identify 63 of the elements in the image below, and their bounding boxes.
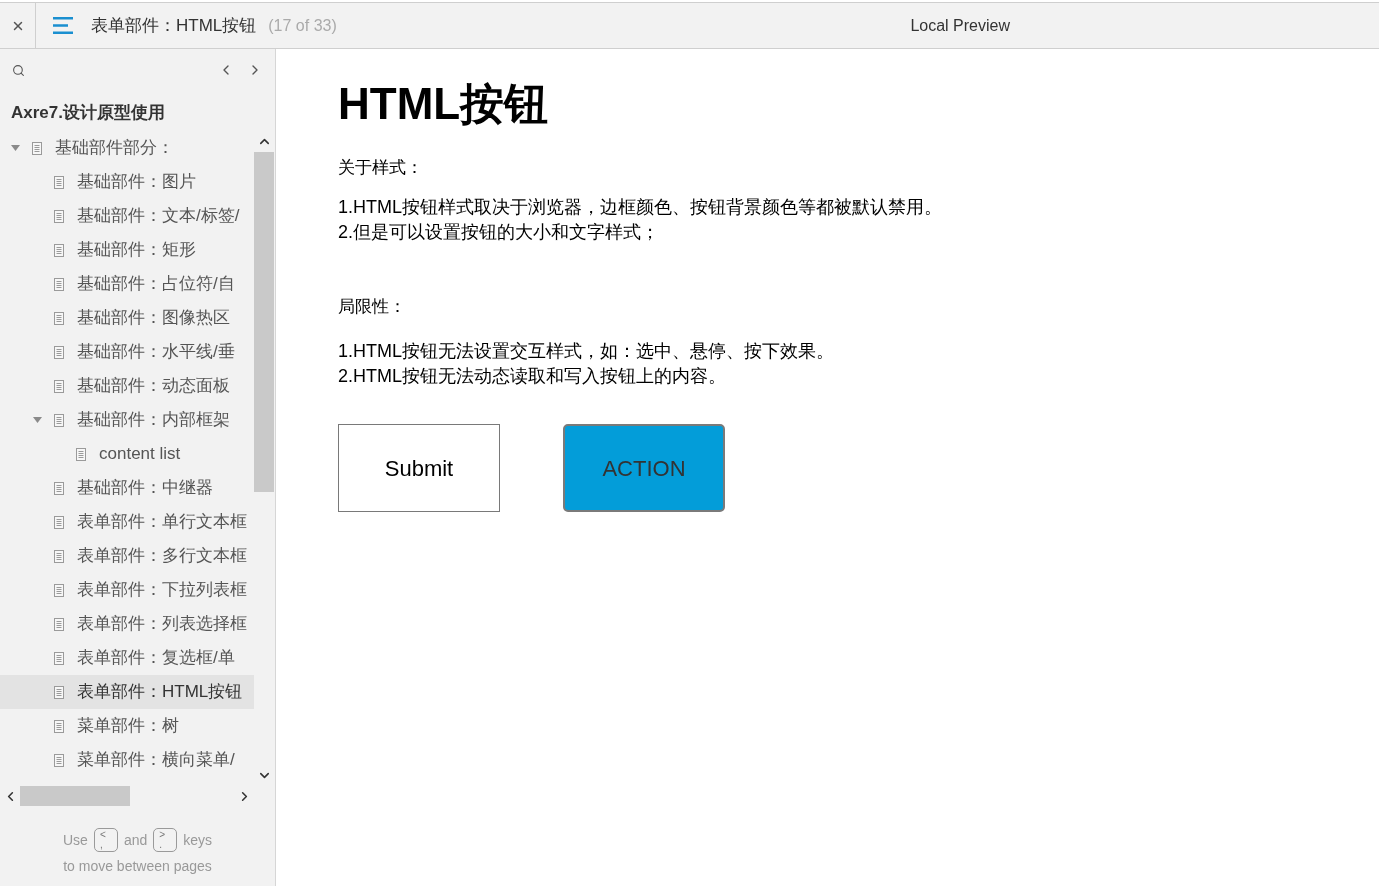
tree-item[interactable]: 基础部件：文本/标签/ [0, 199, 254, 233]
project-title: Axre7.设计原型使用 [11, 102, 165, 125]
section-title: 关于样式： [338, 157, 423, 179]
page-icon [54, 209, 64, 223]
search-icon[interactable] [12, 63, 25, 77]
page-icon [54, 379, 64, 393]
page-icon [54, 243, 64, 257]
page-icon [54, 277, 64, 291]
tree-item[interactable]: 菜单部件：横向菜单/ [0, 743, 254, 777]
html-button[interactable]: ACTION [563, 424, 725, 512]
hint-text: to move between pages [63, 857, 212, 876]
page-icon [32, 141, 42, 155]
html-button[interactable]: Submit [338, 424, 500, 512]
tree-item[interactable]: 菜单部件：树 [0, 709, 254, 743]
text-line: 1.HTML按钮无法设置交互样式，如：选中、悬停、按下效果。 [338, 340, 834, 363]
tree-item[interactable]: 表单部件：列表选择框 [0, 607, 254, 641]
tree-item[interactable]: 表单部件：下拉列表框 [0, 573, 254, 607]
scrollbar-thumb[interactable] [20, 786, 130, 806]
page-heading: HTML按钮 [338, 82, 549, 126]
caret-down-icon[interactable] [32, 417, 42, 423]
page-icon [54, 515, 64, 529]
menu-icon[interactable] [53, 17, 73, 34]
page-icon [54, 175, 64, 189]
text-line: 1.HTML按钮样式取决于浏览器，边框颜色、按钮背景颜色等都被默认禁用。 [338, 196, 942, 219]
page-counter: (17 of 33) [268, 15, 337, 36]
page-icon [54, 311, 64, 325]
preview-label: Local Preview [910, 15, 1010, 36]
tree-item[interactable]: 表单部件：多行文本框 [0, 539, 254, 573]
tree-item[interactable]: 表单部件：HTML按钮 [0, 675, 254, 709]
page-icon [54, 651, 64, 665]
tree-item[interactable]: 基础部件：图片 [0, 165, 254, 199]
tree-item[interactable]: 表单部件：复选框/单 [0, 641, 254, 675]
hint-text: Use [62, 830, 88, 850]
page-icon [76, 447, 86, 461]
tree-item[interactable]: 基础部件：动态面板 [0, 369, 254, 403]
tree-item[interactable]: 基础部件：占位符/自 [0, 267, 254, 301]
section-title: 局限性： [338, 296, 406, 318]
tree-item[interactable]: 基础部件：中继器 [0, 471, 254, 505]
page-icon [54, 685, 64, 699]
page-icon [54, 549, 64, 563]
caret-down-icon[interactable] [10, 145, 20, 151]
hint-text: keys [183, 830, 213, 850]
tree-item[interactable]: 基础部件：内部框架 [0, 403, 254, 437]
page-icon [54, 617, 64, 631]
scrollbar-thumb[interactable] [254, 152, 274, 492]
key-cap: < , [93, 828, 118, 852]
page-icon [54, 719, 64, 733]
tree-item[interactable]: 基础部件部分： [0, 131, 254, 165]
page-icon [54, 481, 64, 495]
page-icon [54, 345, 64, 359]
tree-item[interactable]: 基础部件：矩形 [0, 233, 254, 267]
page-icon [54, 753, 64, 767]
hint-text: and [123, 830, 148, 850]
tree-item[interactable]: content list [0, 437, 254, 471]
tree-item[interactable]: 表单部件：单行文本框 [0, 505, 254, 539]
page-icon [54, 413, 64, 427]
text-line: 2.HTML按钮无法动态读取和写入按钮上的内容。 [338, 365, 726, 388]
key-cap: > . [153, 828, 178, 852]
page-title: 表单部件：HTML按钮 [91, 14, 257, 37]
page-icon [54, 583, 64, 597]
tree-item[interactable]: 基础部件：图像热区 [0, 301, 254, 335]
tree-item[interactable]: 基础部件：水平线/垂 [0, 335, 254, 369]
text-line: 2.但是可以设置按钮的大小和文字样式； [338, 221, 659, 244]
